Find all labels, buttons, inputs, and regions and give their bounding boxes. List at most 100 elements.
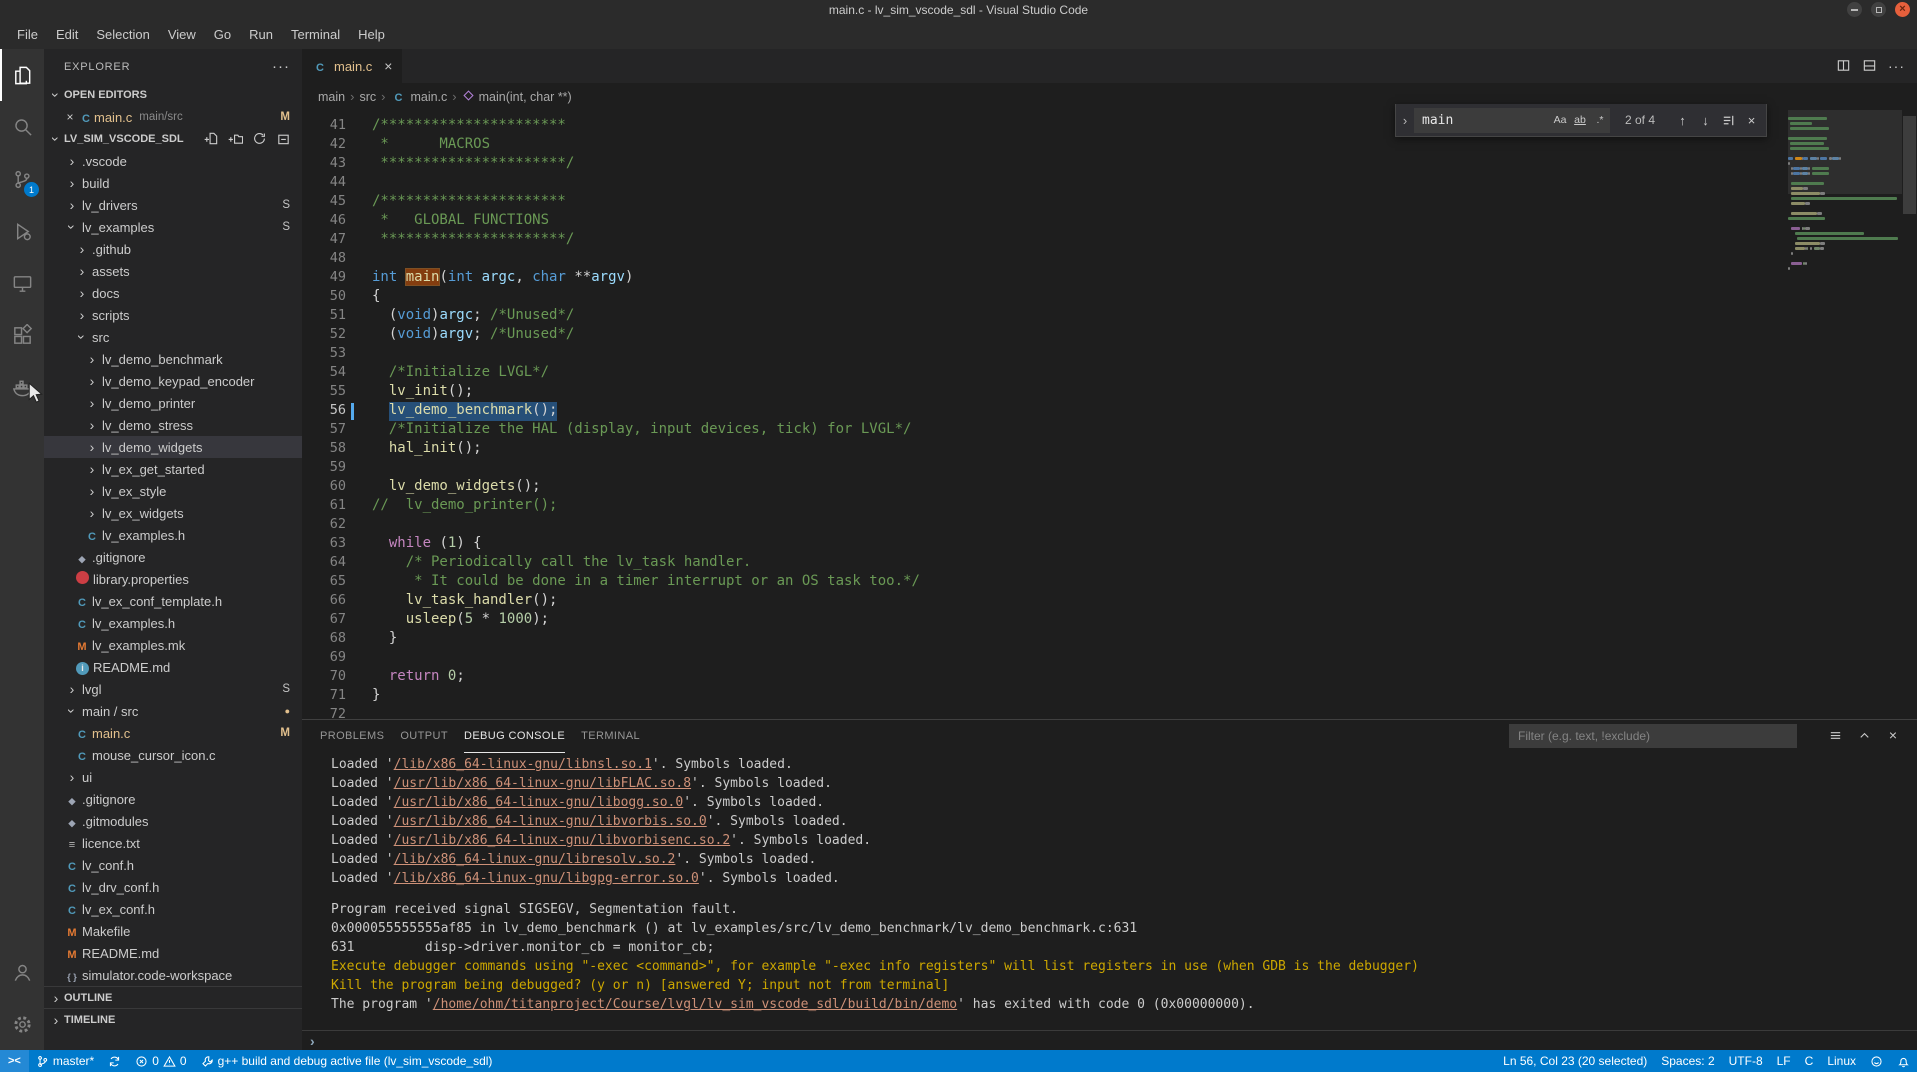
activity-extensions[interactable] xyxy=(0,309,44,361)
menu-item-file[interactable]: File xyxy=(8,24,47,46)
whole-word-icon[interactable]: ab xyxy=(1570,110,1590,130)
status-eol[interactable]: LF xyxy=(1770,1050,1798,1072)
menu-item-help[interactable]: Help xyxy=(349,24,394,46)
previous-match-icon[interactable]: ↑ xyxy=(1672,110,1693,131)
tree-folder-lv_examples[interactable]: ›lv_examplesS xyxy=(44,216,302,238)
maximize-button[interactable] xyxy=(1871,2,1886,17)
tree-folder-lv_demo_widgets[interactable]: ›lv_demo_widgets xyxy=(44,436,302,458)
open-editors-header[interactable]: › OPEN EDITORS xyxy=(44,84,302,106)
editor-content[interactable]: /********************** * MACROS *******… xyxy=(372,110,1787,719)
minimap[interactable] xyxy=(1788,110,1902,719)
refresh-icon[interactable] xyxy=(252,131,268,147)
project-header[interactable]: › LV_SIM_VSCODE_SDL xyxy=(44,128,302,150)
console-link[interactable]: /usr/lib/x86_64-linux-gnu/libvorbisenc.s… xyxy=(394,833,731,848)
tree-folder-lv_demo_stress[interactable]: ›lv_demo_stress xyxy=(44,414,302,436)
tree-folder-.github[interactable]: ›.github xyxy=(44,238,302,260)
code-editor[interactable]: 4041424344454647484950515253545556575859… xyxy=(302,110,1917,719)
close-icon[interactable]: × xyxy=(384,58,392,74)
status-problems[interactable]: 00 xyxy=(128,1050,193,1072)
console-link[interactable]: /home/ohm/titanproject/Course/lvgl/lv_si… xyxy=(433,997,957,1012)
status-notifications[interactable] xyxy=(1890,1050,1917,1072)
breadcrumb-item-main.c[interactable]: Cmain.c xyxy=(390,90,447,104)
split-editor-icon[interactable] xyxy=(1836,58,1852,74)
close-panel-icon[interactable]: × xyxy=(1883,725,1903,745)
status-build-task[interactable]: g++ build and debug active file (lv_sim_… xyxy=(194,1050,500,1072)
tree-folder-assets[interactable]: ›assets xyxy=(44,260,302,282)
tree-folder-lv_ex_get_started[interactable]: ›lv_ex_get_started xyxy=(44,458,302,480)
console-link[interactable]: /lib/x86_64-linux-gnu/libgpg-error.so.0 xyxy=(394,871,699,886)
open-editor-main.c[interactable]: ×Cmain.cmain/srcM xyxy=(44,106,302,128)
console-link[interactable]: /usr/lib/x86_64-linux-gnu/libogg.so.0 xyxy=(394,795,684,810)
status-git-branch[interactable]: master* xyxy=(29,1050,101,1072)
activity-search[interactable] xyxy=(0,101,44,153)
next-match-icon[interactable]: ↓ xyxy=(1695,110,1716,131)
console-link[interactable]: /usr/lib/x86_64-linux-gnu/libFLAC.so.8 xyxy=(394,776,691,791)
minimize-button[interactable] xyxy=(1847,2,1862,17)
new-file-icon[interactable] xyxy=(204,131,220,147)
activity-run-and-debug[interactable] xyxy=(0,205,44,257)
breadcrumb-item-src[interactable]: src xyxy=(359,90,376,104)
tree-folder-docs[interactable]: ›docs xyxy=(44,282,302,304)
status-encoding[interactable]: UTF-8 xyxy=(1722,1050,1770,1072)
activity-explorer[interactable] xyxy=(0,49,44,101)
panel-tab-terminal[interactable]: TERMINAL xyxy=(581,720,640,753)
tree-folder-lv_ex_style[interactable]: ›lv_ex_style xyxy=(44,480,302,502)
breadcrumb-item-main(int, char **)[interactable]: main(int, char **) xyxy=(462,89,572,105)
match-case-icon[interactable]: Aa xyxy=(1550,110,1570,130)
find-in-selection-icon[interactable] xyxy=(1718,110,1739,131)
tab-main.c[interactable]: Cmain.c× xyxy=(302,49,402,83)
tree-folder-lv_demo_benchmark[interactable]: ›lv_demo_benchmark xyxy=(44,348,302,370)
activity-source-control[interactable]: 1 xyxy=(0,153,44,205)
menu-item-selection[interactable]: Selection xyxy=(87,24,158,46)
tree-file-.gitignore[interactable]: ◆.gitignore xyxy=(44,788,302,810)
tree-folder-lvgl[interactable]: ›lvglS xyxy=(44,678,302,700)
debug-console[interactable]: Loaded '/lib/x86_64-linux-gnu/libnsl.so.… xyxy=(302,753,1917,1030)
tree-file-lv_examples.h[interactable]: Clv_examples.h xyxy=(44,612,302,634)
editor-layout-icon[interactable] xyxy=(1862,58,1878,74)
tree-file-Makefile[interactable]: MMakefile xyxy=(44,920,302,942)
more-actions-icon[interactable]: ··· xyxy=(1888,58,1905,74)
menu-item-terminal[interactable]: Terminal xyxy=(282,24,349,46)
menu-item-edit[interactable]: Edit xyxy=(47,24,87,46)
tree-folder-build[interactable]: ›build xyxy=(44,172,302,194)
tree-file-lv_drv_conf.h[interactable]: Clv_drv_conf.h xyxy=(44,876,302,898)
outline-header[interactable]: › OUTLINE xyxy=(44,986,302,1008)
tree-file-lv_conf.h[interactable]: Clv_conf.h xyxy=(44,854,302,876)
console-input[interactable] xyxy=(315,1031,1917,1050)
tree-folder-.vscode[interactable]: ›.vscode xyxy=(44,150,302,172)
menu-item-go[interactable]: Go xyxy=(205,24,240,46)
clear-console-icon[interactable] xyxy=(1825,725,1845,745)
find-input[interactable]: main Aa ab .* xyxy=(1414,108,1610,133)
tree-folder-lv_demo_keypad_encoder[interactable]: ›lv_demo_keypad_encoder xyxy=(44,370,302,392)
tree-file-README.md[interactable]: iREADME.md xyxy=(44,656,302,678)
regex-icon[interactable]: .* xyxy=(1590,110,1610,130)
menu-item-view[interactable]: View xyxy=(159,24,205,46)
status-remote-indicator[interactable]: >< xyxy=(0,1050,29,1072)
tree-file-.gitmodules[interactable]: ◆.gitmodules xyxy=(44,810,302,832)
tree-folder-scripts[interactable]: ›scripts xyxy=(44,304,302,326)
menu-item-run[interactable]: Run xyxy=(240,24,282,46)
filter-input[interactable] xyxy=(1509,724,1797,748)
status-indentation[interactable]: Spaces: 2 xyxy=(1654,1050,1721,1072)
tree-file-lv_ex_conf.h[interactable]: Clv_ex_conf.h xyxy=(44,898,302,920)
status-sync[interactable] xyxy=(101,1050,128,1072)
tree-file-.gitignore[interactable]: ◆.gitignore xyxy=(44,546,302,568)
tree-folder-src[interactable]: ›src xyxy=(44,326,302,348)
panel-tab-problems[interactable]: PROBLEMS xyxy=(320,720,384,753)
tree-file-lv_examples.mk[interactable]: Mlv_examples.mk xyxy=(44,634,302,656)
editor-scrollbar[interactable] xyxy=(1902,110,1917,719)
console-link[interactable]: /lib/x86_64-linux-gnu/libresolv.so.2 xyxy=(394,852,676,867)
tree-file-main.c[interactable]: Cmain.cM xyxy=(44,722,302,744)
close-button[interactable]: × xyxy=(1895,2,1910,17)
tree-folder-ui[interactable]: ›ui xyxy=(44,766,302,788)
console-link[interactable]: /usr/lib/x86_64-linux-gnu/libvorbis.so.0 xyxy=(394,814,707,829)
close-icon[interactable]: × xyxy=(62,110,78,124)
close-find-icon[interactable]: × xyxy=(1741,110,1762,131)
status-cursor-position[interactable]: Ln 56, Col 23 (20 selected) xyxy=(1496,1050,1654,1072)
tree-file-lv_examples.h[interactable]: Clv_examples.h xyxy=(44,524,302,546)
tree-file-library.properties[interactable]: library.properties xyxy=(44,568,302,590)
panel-tab-debug-console[interactable]: DEBUG CONSOLE xyxy=(464,720,565,753)
status-feedback[interactable] xyxy=(1863,1050,1890,1072)
tree-folder-main / src[interactable]: ›main / src● xyxy=(44,700,302,722)
tree-file-lv_ex_conf_template.h[interactable]: Clv_ex_conf_template.h xyxy=(44,590,302,612)
